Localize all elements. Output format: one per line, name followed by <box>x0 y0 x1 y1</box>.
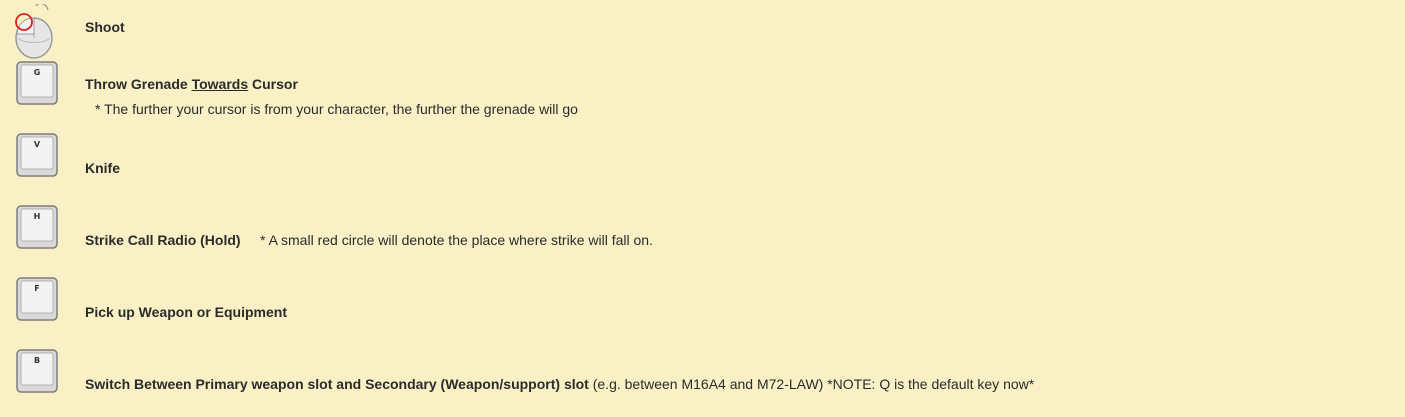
key-letter: H <box>33 212 41 221</box>
keyboard-key-b-icon: B <box>16 349 58 393</box>
pickup-label: Pick up Weapon or Equipment <box>85 304 287 320</box>
keyboard-key-g-icon: G <box>16 61 58 105</box>
key-letter: B <box>33 356 41 365</box>
key-letter: G <box>33 68 41 77</box>
knife-label: Knife <box>85 160 120 176</box>
switch-slot-label-text: Switch Between Primary weapon slot and S… <box>85 376 589 392</box>
grenade-label-emphasis: Towards <box>191 76 249 92</box>
grenade-label-suffix: Cursor <box>248 76 298 92</box>
mouse-left-click-icon <box>14 2 56 65</box>
grenade-label-text: Throw Grenade <box>85 76 192 92</box>
grenade-label: Throw Grenade Towards Cursor <box>85 76 298 92</box>
keyboard-key-h-icon: H <box>16 205 58 249</box>
strike-call-note: * A small red circle will denote the pla… <box>260 232 653 248</box>
shoot-label: Shoot <box>85 19 125 35</box>
grenade-note: * The further your cursor is from your c… <box>95 101 578 117</box>
keyboard-key-f-icon: F <box>16 277 58 321</box>
keyboard-key-v-icon: V <box>16 133 58 177</box>
key-letter: V <box>33 140 41 149</box>
key-letter: F <box>34 284 40 293</box>
strike-call-label: Strike Call Radio (Hold) <box>85 232 241 248</box>
switch-slot-label: Switch Between Primary weapon slot and S… <box>85 376 1034 392</box>
switch-slot-note: (e.g. between M16A4 and M72-LAW) *NOTE: … <box>592 376 1035 392</box>
